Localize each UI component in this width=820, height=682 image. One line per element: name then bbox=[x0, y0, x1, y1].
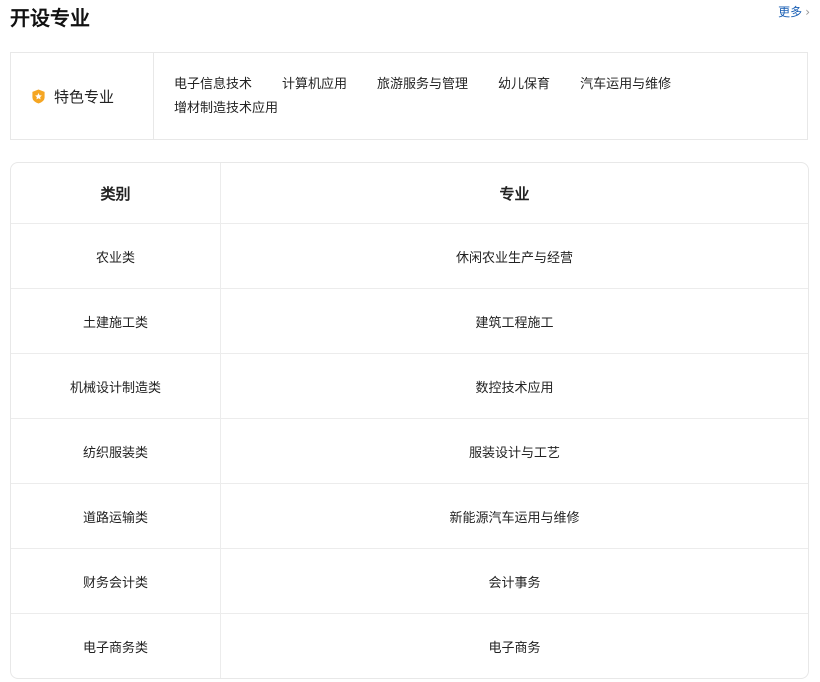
table-row: 电子商务类 电子商务 bbox=[11, 614, 808, 678]
majors-table: 类别 专业 农业类 休闲农业生产与经营 土建施工类 建筑工程施工 机械设计制造类… bbox=[10, 162, 809, 679]
featured-item[interactable]: 增材制造技术应用 bbox=[174, 99, 807, 119]
major-cell: 会计事务 bbox=[221, 549, 808, 614]
featured-list: 电子信息技术 计算机应用 旅游服务与管理 幼儿保育 汽车运用与维修 增材制造技术… bbox=[154, 53, 807, 139]
header-category: 类别 bbox=[11, 163, 221, 224]
table-row: 道路运输类 新能源汽车运用与维修 bbox=[11, 484, 808, 549]
featured-item[interactable]: 计算机应用 bbox=[282, 75, 347, 95]
featured-label-cell: 特色专业 bbox=[11, 53, 154, 139]
more-label: 更多 bbox=[778, 5, 803, 19]
category-cell: 土建施工类 bbox=[11, 289, 221, 354]
major-cell: 电子商务 bbox=[488, 640, 541, 656]
page-title: 开设专业 bbox=[10, 6, 90, 30]
table-row: 纺织服装类 服装设计与工艺 bbox=[11, 419, 808, 484]
table-row: 机械设计制造类 数控技术应用 bbox=[11, 354, 808, 419]
featured-item[interactable]: 旅游服务与管理 bbox=[377, 75, 468, 95]
table-row: 财务会计类 会计事务 bbox=[11, 549, 808, 614]
major-cell: 数控技术应用 bbox=[221, 354, 808, 419]
category-cell: 道路运输类 bbox=[11, 484, 221, 549]
table-row: 农业类 休闲农业生产与经营 bbox=[11, 224, 808, 289]
featured-item[interactable]: 电子信息技术 bbox=[174, 75, 252, 95]
featured-majors-panel: 特色专业 电子信息技术 计算机应用 旅游服务与管理 幼儿保育 汽车运用与维修 增… bbox=[10, 52, 808, 140]
featured-item[interactable]: 幼儿保育 bbox=[498, 75, 550, 95]
category-cell: 纺织服装类 bbox=[11, 419, 221, 484]
major-cell: 新能源汽车运用与维修 bbox=[221, 484, 808, 549]
major-cell: 服装设计与工艺 bbox=[221, 419, 808, 484]
category-cell: 电子商务类 bbox=[11, 614, 221, 678]
header-major: 专业 bbox=[221, 163, 808, 224]
category-cell: 机械设计制造类 bbox=[11, 354, 221, 419]
featured-item[interactable]: 汽车运用与维修 bbox=[580, 75, 671, 95]
featured-label: 特色专业 bbox=[54, 87, 115, 106]
table-header-row: 类别 专业 bbox=[11, 163, 808, 224]
major-cell: 建筑工程施工 bbox=[221, 289, 808, 354]
major-cell: 休闲农业生产与经营 bbox=[221, 224, 808, 289]
table-row: 土建施工类 建筑工程施工 bbox=[11, 289, 808, 354]
chevron-right-icon: › bbox=[805, 5, 810, 19]
star-badge-icon bbox=[32, 88, 45, 104]
category-cell: 财务会计类 bbox=[11, 549, 221, 614]
more-link[interactable]: 更多 › bbox=[778, 4, 810, 20]
category-cell: 农业类 bbox=[11, 224, 221, 289]
